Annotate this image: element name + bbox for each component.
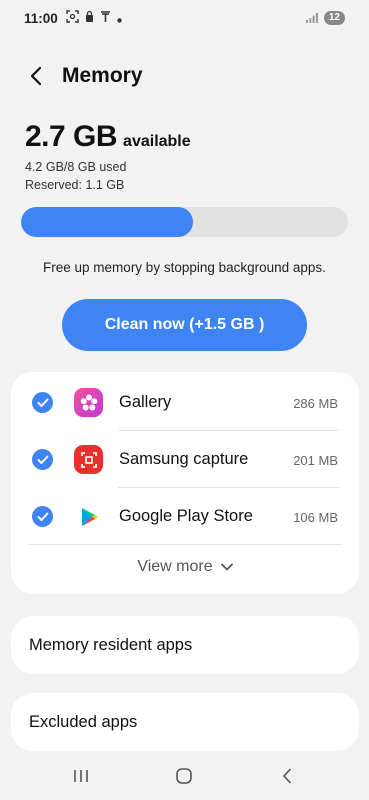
available-label: available: [123, 133, 191, 150]
checkbox[interactable]: [32, 449, 53, 470]
status-icons-left: [66, 10, 122, 26]
app-name: Gallery: [119, 393, 172, 411]
gallery-icon: [74, 388, 103, 417]
clean-now-button[interactable]: Clean now (+1.5 GB ): [62, 299, 307, 351]
background-apps-card: Gallery 286 MB Samsung capture 201 MB Go…: [11, 372, 359, 594]
app-size: 286 MB: [293, 396, 338, 411]
check-icon: [37, 398, 48, 407]
status-bar: 11:00 12: [0, 0, 369, 36]
recents-icon: [74, 770, 88, 782]
usb-icon: [100, 10, 111, 26]
excluded-apps-item[interactable]: Excluded apps: [11, 693, 359, 751]
lock-icon: [85, 10, 94, 26]
home-button[interactable]: [169, 764, 199, 788]
memory-summary: 2.7 GB available 4.2 GB/8 GB used Reserv…: [25, 120, 191, 192]
menu-label: Memory resident apps: [29, 635, 193, 654]
menu-label: Excluded apps: [29, 712, 138, 731]
app-row-samsung-capture[interactable]: Samsung capture 201 MB: [11, 431, 359, 487]
status-time: 11:00: [24, 10, 58, 26]
reserved-text: Reserved: 1.1 GB: [25, 178, 125, 192]
back-button[interactable]: [18, 58, 54, 94]
checkbox[interactable]: [32, 506, 53, 527]
view-more-button[interactable]: View more: [11, 558, 359, 576]
play-store-icon: [74, 502, 103, 531]
home-icon: [176, 768, 192, 784]
app-row-gallery[interactable]: Gallery 286 MB: [11, 374, 359, 430]
app-row-google-play-store[interactable]: Google Play Store 106 MB: [11, 488, 359, 544]
app-size: 106 MB: [293, 510, 338, 525]
recents-button[interactable]: [66, 764, 96, 788]
memory-usage-bar: [21, 207, 348, 237]
screenshot-icon: [66, 10, 79, 26]
samsung-capture-icon: [74, 445, 103, 474]
nav-back-button[interactable]: [272, 764, 302, 788]
signal-icon: [305, 11, 318, 26]
checkbox[interactable]: [32, 392, 53, 413]
free-up-hint: Free up memory by stopping background ap…: [43, 260, 326, 275]
divider: [28, 544, 342, 545]
app-name: Samsung capture: [119, 450, 249, 468]
check-icon: [37, 455, 48, 464]
memory-resident-apps-item[interactable]: Memory resident apps: [11, 616, 359, 674]
page-header: Memory: [18, 58, 143, 94]
back-arrow-icon: [30, 66, 42, 86]
view-more-label: View more: [137, 558, 213, 575]
status-icons-right: 12: [305, 11, 345, 26]
app-name: Google Play Store: [119, 507, 253, 525]
check-icon: [37, 512, 48, 521]
battery-icon: 12: [323, 11, 345, 25]
navigation-bar: [0, 758, 369, 794]
page-title: Memory: [62, 64, 143, 87]
used-text: 4.2 GB/8 GB used: [25, 160, 127, 174]
available-row: 2.7 GB available: [25, 120, 191, 154]
available-value: 2.7 GB: [25, 120, 118, 153]
back-icon: [283, 768, 291, 784]
chevron-down-icon: [220, 563, 233, 571]
dot-icon: [117, 11, 122, 26]
app-size: 201 MB: [293, 453, 338, 468]
memory-usage-fill: [21, 207, 193, 237]
